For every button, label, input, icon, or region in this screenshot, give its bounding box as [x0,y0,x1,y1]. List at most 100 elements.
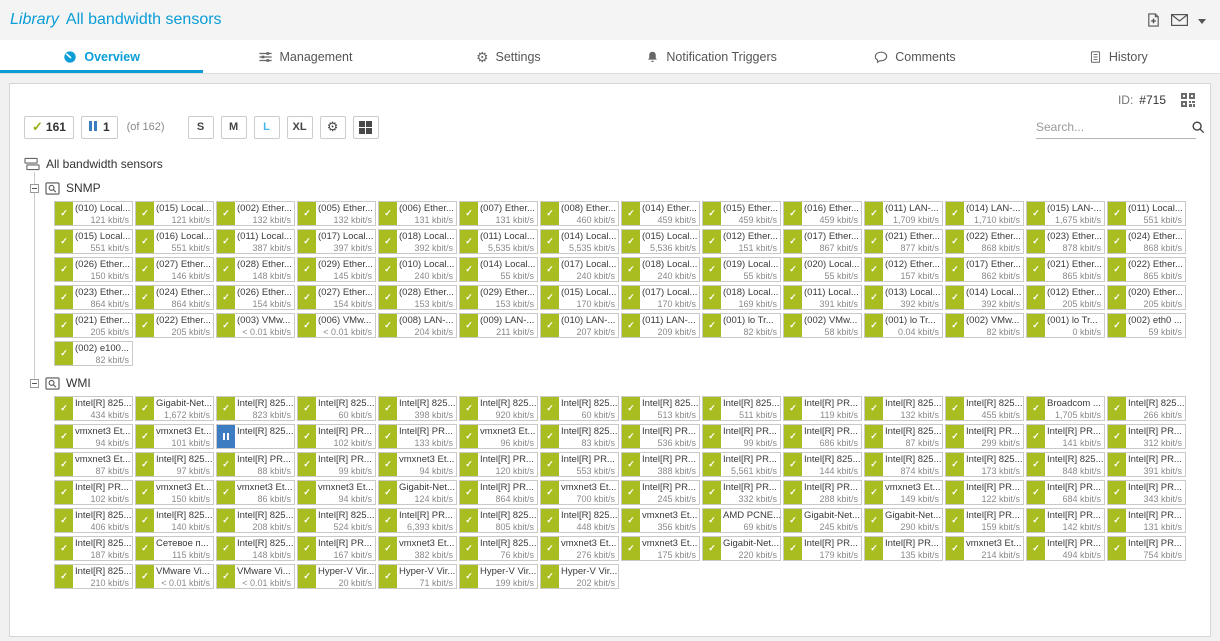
sensor-tile[interactable]: ✓(021) Ether...865 kbit/s [1026,257,1105,282]
sensor-tile[interactable]: ✓(002) Ether...132 kbit/s [216,201,295,226]
sensor-tile[interactable]: ✓Intel[R] PR...312 kbit/s [1107,424,1186,449]
sensor-tile[interactable]: ✓Hyper-V Vir...20 kbit/s [297,564,376,589]
sensor-tile[interactable]: ✓(022) Ether...205 kbit/s [135,313,214,338]
sensor-tile[interactable]: ✓(011) LAN-...209 kbit/s [621,313,700,338]
sensor-tile[interactable]: ✓(026) Ether...154 kbit/s [216,285,295,310]
sensor-tile[interactable]: ✓Intel[R] 825...406 kbit/s [54,508,133,533]
sensor-tile[interactable]: ✓Intel[R] 825...920 kbit/s [459,396,538,421]
sensor-tile[interactable]: ✓Intel[R] 825...513 kbit/s [621,396,700,421]
up-sensors-chip[interactable]: ✓ 161 [24,116,74,139]
sensor-tile[interactable]: ✓Intel[R] 825...823 kbit/s [216,396,295,421]
search-icon[interactable] [1191,120,1205,134]
sensor-tile[interactable]: ✓Intel[R] PR...102 kbit/s [54,480,133,505]
sensor-tile[interactable]: ✓(001) lo Tr...0.04 kbit/s [864,313,943,338]
sensor-tile[interactable]: ✓Intel[R] PR...288 kbit/s [783,480,862,505]
sensor-tile[interactable]: ✓Intel[R] 825...874 kbit/s [864,452,943,477]
sensor-tile[interactable]: ✓(002) VMw...82 kbit/s [945,313,1024,338]
sensor-tile[interactable]: ✓Intel[R] PR...133 kbit/s [378,424,457,449]
sensor-tile[interactable]: ✓Intel[R] 825...140 kbit/s [135,508,214,533]
sensor-tile[interactable]: ✓Intel[R] 825...208 kbit/s [216,508,295,533]
sensor-tile[interactable]: ✓Gigabit-Net...245 kbit/s [783,508,862,533]
sensor-tile[interactable]: ✓Intel[R] PR...388 kbit/s [621,452,700,477]
sensor-tile[interactable]: ✓Intel[R] PR...245 kbit/s [621,480,700,505]
sensor-tile[interactable]: ✓vmxnet3 Et...94 kbit/s [297,480,376,505]
sensor-tile[interactable]: ✓(018) Local...392 kbit/s [378,229,457,254]
sensor-tile[interactable]: ✓(024) Ether...868 kbit/s [1107,229,1186,254]
sensor-tile[interactable]: ✓Intel[R] 825...187 kbit/s [54,536,133,561]
sensor-tile[interactable]: ✓Intel[R] PR...142 kbit/s [1026,508,1105,533]
sensor-tile[interactable]: ✓(017) Ether...862 kbit/s [945,257,1024,282]
paused-sensors-chip[interactable]: 1 [81,116,118,139]
sensor-tile[interactable]: ✓(010) LAN-...207 kbit/s [540,313,619,338]
sensor-tile[interactable]: ✓Intel[R] PR...684 kbit/s [1026,480,1105,505]
sensor-tile[interactable]: ✓(011) Local...391 kbit/s [783,285,862,310]
sensor-tile[interactable]: ✓(027) Ether...154 kbit/s [297,285,376,310]
sensor-tile[interactable]: ✓VMware Vi...< 0.01 kbit/s [135,564,214,589]
sensor-tile[interactable]: ✓vmxnet3 Et...700 kbit/s [540,480,619,505]
sensor-tile[interactable]: ✓Сетевое п...115 kbit/s [135,536,214,561]
sensor-tile[interactable]: ✓(023) Ether...878 kbit/s [1026,229,1105,254]
sensor-tile[interactable]: ✓Intel[R] 825...173 kbit/s [945,452,1024,477]
sensor-tile[interactable]: ✓Intel[R] PR...5,561 kbit/s [702,452,781,477]
sensor-tile[interactable]: ✓(010) Local...240 kbit/s [378,257,457,282]
sensor-tile[interactable]: ✓vmxnet3 Et...94 kbit/s [378,452,457,477]
size-button-l[interactable]: L [254,116,280,139]
sensor-tile[interactable]: ✓(017) Local...397 kbit/s [297,229,376,254]
collapse-toggle-icon[interactable] [30,379,39,388]
sensor-tile[interactable]: ✓Gigabit-Net...220 kbit/s [702,536,781,561]
sensor-tile[interactable]: ✓(018) Local...169 kbit/s [702,285,781,310]
sensor-tile[interactable]: ✓Intel[R] PR...686 kbit/s [783,424,862,449]
sensor-tile[interactable]: ✓Intel[R] PR...88 kbit/s [216,452,295,477]
sensor-tile[interactable]: ✓(003) VMw...< 0.01 kbit/s [216,313,295,338]
sensor-tile[interactable]: ✓Intel[R] 825...434 kbit/s [54,396,133,421]
dropdown-caret-icon[interactable] [1198,17,1206,24]
sensor-tile[interactable]: ✓(024) Ether...864 kbit/s [135,285,214,310]
sensor-tile[interactable]: ✓(017) Ether...867 kbit/s [783,229,862,254]
sensor-tile[interactable]: ✓(012) Ether...157 kbit/s [864,257,943,282]
sensor-tile[interactable]: ✓(029) Ether...145 kbit/s [297,257,376,282]
sensor-tile[interactable]: ✓Intel[R] PR...99 kbit/s [702,424,781,449]
sensor-tile[interactable]: ✓Broadcom ...1,705 kbit/s [1026,396,1105,421]
sensor-tile[interactable]: ✓Intel[R] PR...864 kbit/s [459,480,538,505]
sensor-tile[interactable]: ✓Intel[R] PR...141 kbit/s [1026,424,1105,449]
sensor-tile[interactable]: ✓Intel[R] PR...167 kbit/s [297,536,376,561]
tab-management[interactable]: Management [203,40,406,73]
sensor-tile[interactable]: ✓(012) Ether...151 kbit/s [702,229,781,254]
sensor-tile[interactable]: ✓(021) Ether...877 kbit/s [864,229,943,254]
sensor-tile[interactable]: ✓AMD PCNE...69 kbit/s [702,508,781,533]
tile-view-icon[interactable] [353,116,379,139]
sensor-tile[interactable]: ✓Intel[R] PR...159 kbit/s [945,508,1024,533]
sensor-tile[interactable]: ✓vmxnet3 Et...356 kbit/s [621,508,700,533]
sensor-tile[interactable]: ✓Intel[R] PR...6,393 kbit/s [378,508,457,533]
sensor-tile[interactable]: ✓(011) Local...5,535 kbit/s [459,229,538,254]
sensor-tile[interactable]: ✓Intel[R] PR...536 kbit/s [621,424,700,449]
sensor-tile[interactable]: ✓(015) Local...551 kbit/s [54,229,133,254]
sensor-tile[interactable]: ✓Intel[R] PR...494 kbit/s [1026,536,1105,561]
sensor-tile[interactable]: ✓(017) Local...170 kbit/s [621,285,700,310]
sensor-tile[interactable]: ✓Intel[R] PR...299 kbit/s [945,424,1024,449]
sensor-tile[interactable]: ✓vmxnet3 Et...87 kbit/s [54,452,133,477]
qr-code-icon[interactable] [1180,92,1196,108]
sensor-tile[interactable]: ✓(010) Local...121 kbit/s [54,201,133,226]
sensor-tile[interactable]: ✓(001) lo Tr...82 kbit/s [702,313,781,338]
sensor-tile[interactable]: ✓Intel[R] PR...343 kbit/s [1107,480,1186,505]
sensor-tile[interactable]: ✓(002) e100...82 kbit/s [54,341,133,366]
sensor-tile[interactable]: ✓Intel[R] 825...60 kbit/s [297,396,376,421]
sensor-tile[interactable]: ✓Intel[R] PR...135 kbit/s [864,536,943,561]
sensor-tile[interactable]: ✓Hyper-V Vir...71 kbit/s [378,564,457,589]
sensor-tile[interactable]: ✓(026) Ether...150 kbit/s [54,257,133,282]
sensor-tile[interactable]: ✓Gigabit-Net...1,672 kbit/s [135,396,214,421]
sensor-tile[interactable]: ✓Hyper-V Vir...202 kbit/s [540,564,619,589]
sensor-tile[interactable]: ✓Intel[R] PR...391 kbit/s [1107,452,1186,477]
sensor-tile[interactable]: ✓(014) LAN-...1,710 kbit/s [945,201,1024,226]
sensor-tile[interactable]: ✓(014) Local...55 kbit/s [459,257,538,282]
sensor-tile[interactable]: ✓(006) Ether...131 kbit/s [378,201,457,226]
sensor-tile[interactable]: ✓(018) Local...240 kbit/s [621,257,700,282]
sensor-tile[interactable]: ✓vmxnet3 Et...94 kbit/s [54,424,133,449]
sensor-tile[interactable]: ✓Intel[R] 825...210 kbit/s [54,564,133,589]
sensor-tile[interactable]: ✓(011) LAN-...1,709 kbit/s [864,201,943,226]
sensor-tile[interactable]: ✓(017) Local...240 kbit/s [540,257,619,282]
sensor-tile[interactable]: ✓Intel[R] 825...87 kbit/s [864,424,943,449]
sensor-tile[interactable]: ✓Intel[R] 825...76 kbit/s [459,536,538,561]
sensor-tile[interactable]: ✓(021) Ether...205 kbit/s [54,313,133,338]
